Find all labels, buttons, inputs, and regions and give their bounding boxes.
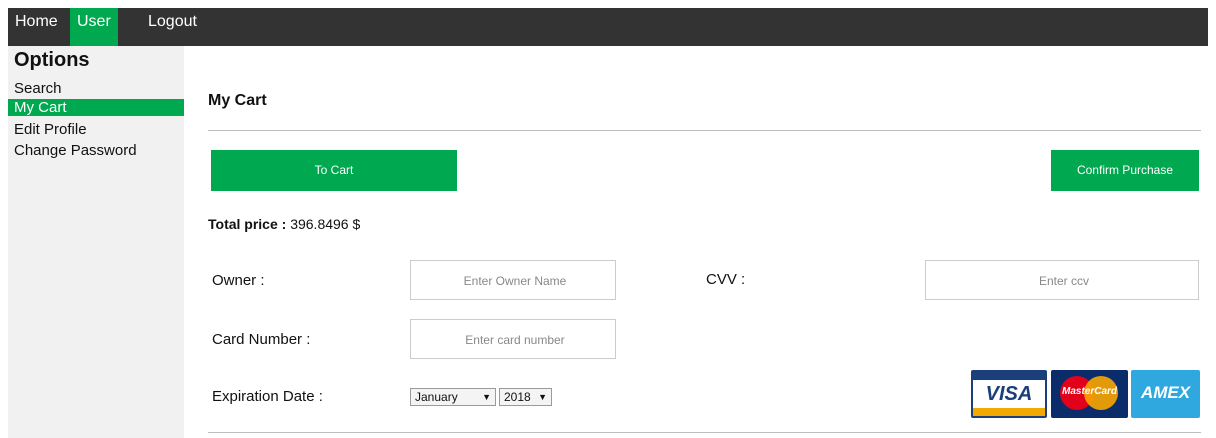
sidebar-item-my-cart[interactable]: My Cart	[8, 99, 184, 116]
month-select[interactable]: January ▼	[410, 388, 496, 406]
total-price-label: Total price :	[208, 216, 287, 232]
nav-logout-link[interactable]: Logout	[141, 8, 204, 46]
page-title: My Cart	[208, 92, 267, 109]
amex-logo-text: AMEX	[1140, 383, 1191, 402]
owner-label: Owner :	[212, 272, 265, 289]
total-price-value: 396.8496 $	[290, 216, 361, 232]
top-nav-bar: Home User Logout	[8, 8, 1208, 46]
mastercard-logo-icon: MasterCard	[1051, 370, 1128, 418]
card-number-field-wrapper	[410, 319, 619, 360]
cvv-label: CVV :	[706, 271, 746, 288]
nav-home-link[interactable]: Home	[8, 8, 65, 46]
card-number-input[interactable]	[411, 320, 619, 360]
year-select[interactable]: 2018 ▼	[499, 388, 552, 406]
visa-logo-icon: VISA	[971, 370, 1047, 418]
cvv-field-wrapper	[925, 260, 1202, 301]
owner-field-wrapper	[410, 260, 619, 301]
sidebar-item-change-password[interactable]: Change Password	[8, 142, 184, 159]
expiration-date-label: Expiration Date :	[212, 388, 323, 405]
year-select-value: 2018	[504, 390, 531, 404]
card-number-label: Card Number :	[212, 331, 311, 348]
cvv-input[interactable]	[926, 261, 1202, 301]
sidebar-item-search[interactable]: Search	[8, 80, 184, 97]
sidebar: Options Search My Cart Edit Profile Chan…	[8, 46, 184, 438]
owner-name-input[interactable]	[411, 261, 619, 301]
bottom-divider	[208, 432, 1201, 433]
month-select-value: January	[415, 390, 458, 404]
to-cart-button[interactable]: To Cart	[211, 150, 457, 191]
visa-logo-text: VISA	[985, 383, 1033, 405]
amex-logo-icon: AMEX	[1131, 370, 1200, 418]
confirm-purchase-button[interactable]: Confirm Purchase	[1051, 150, 1199, 191]
mastercard-logo-text: MasterCard	[1061, 386, 1118, 397]
sidebar-title: Options	[14, 49, 90, 71]
chevron-down-icon: ▼	[482, 392, 491, 402]
nav-user-link[interactable]: User	[70, 8, 118, 46]
total-price: Total price : 396.8496 $	[208, 216, 360, 232]
divider	[208, 130, 1201, 131]
chevron-down-icon: ▼	[538, 392, 547, 402]
sidebar-item-edit-profile[interactable]: Edit Profile	[8, 121, 184, 138]
